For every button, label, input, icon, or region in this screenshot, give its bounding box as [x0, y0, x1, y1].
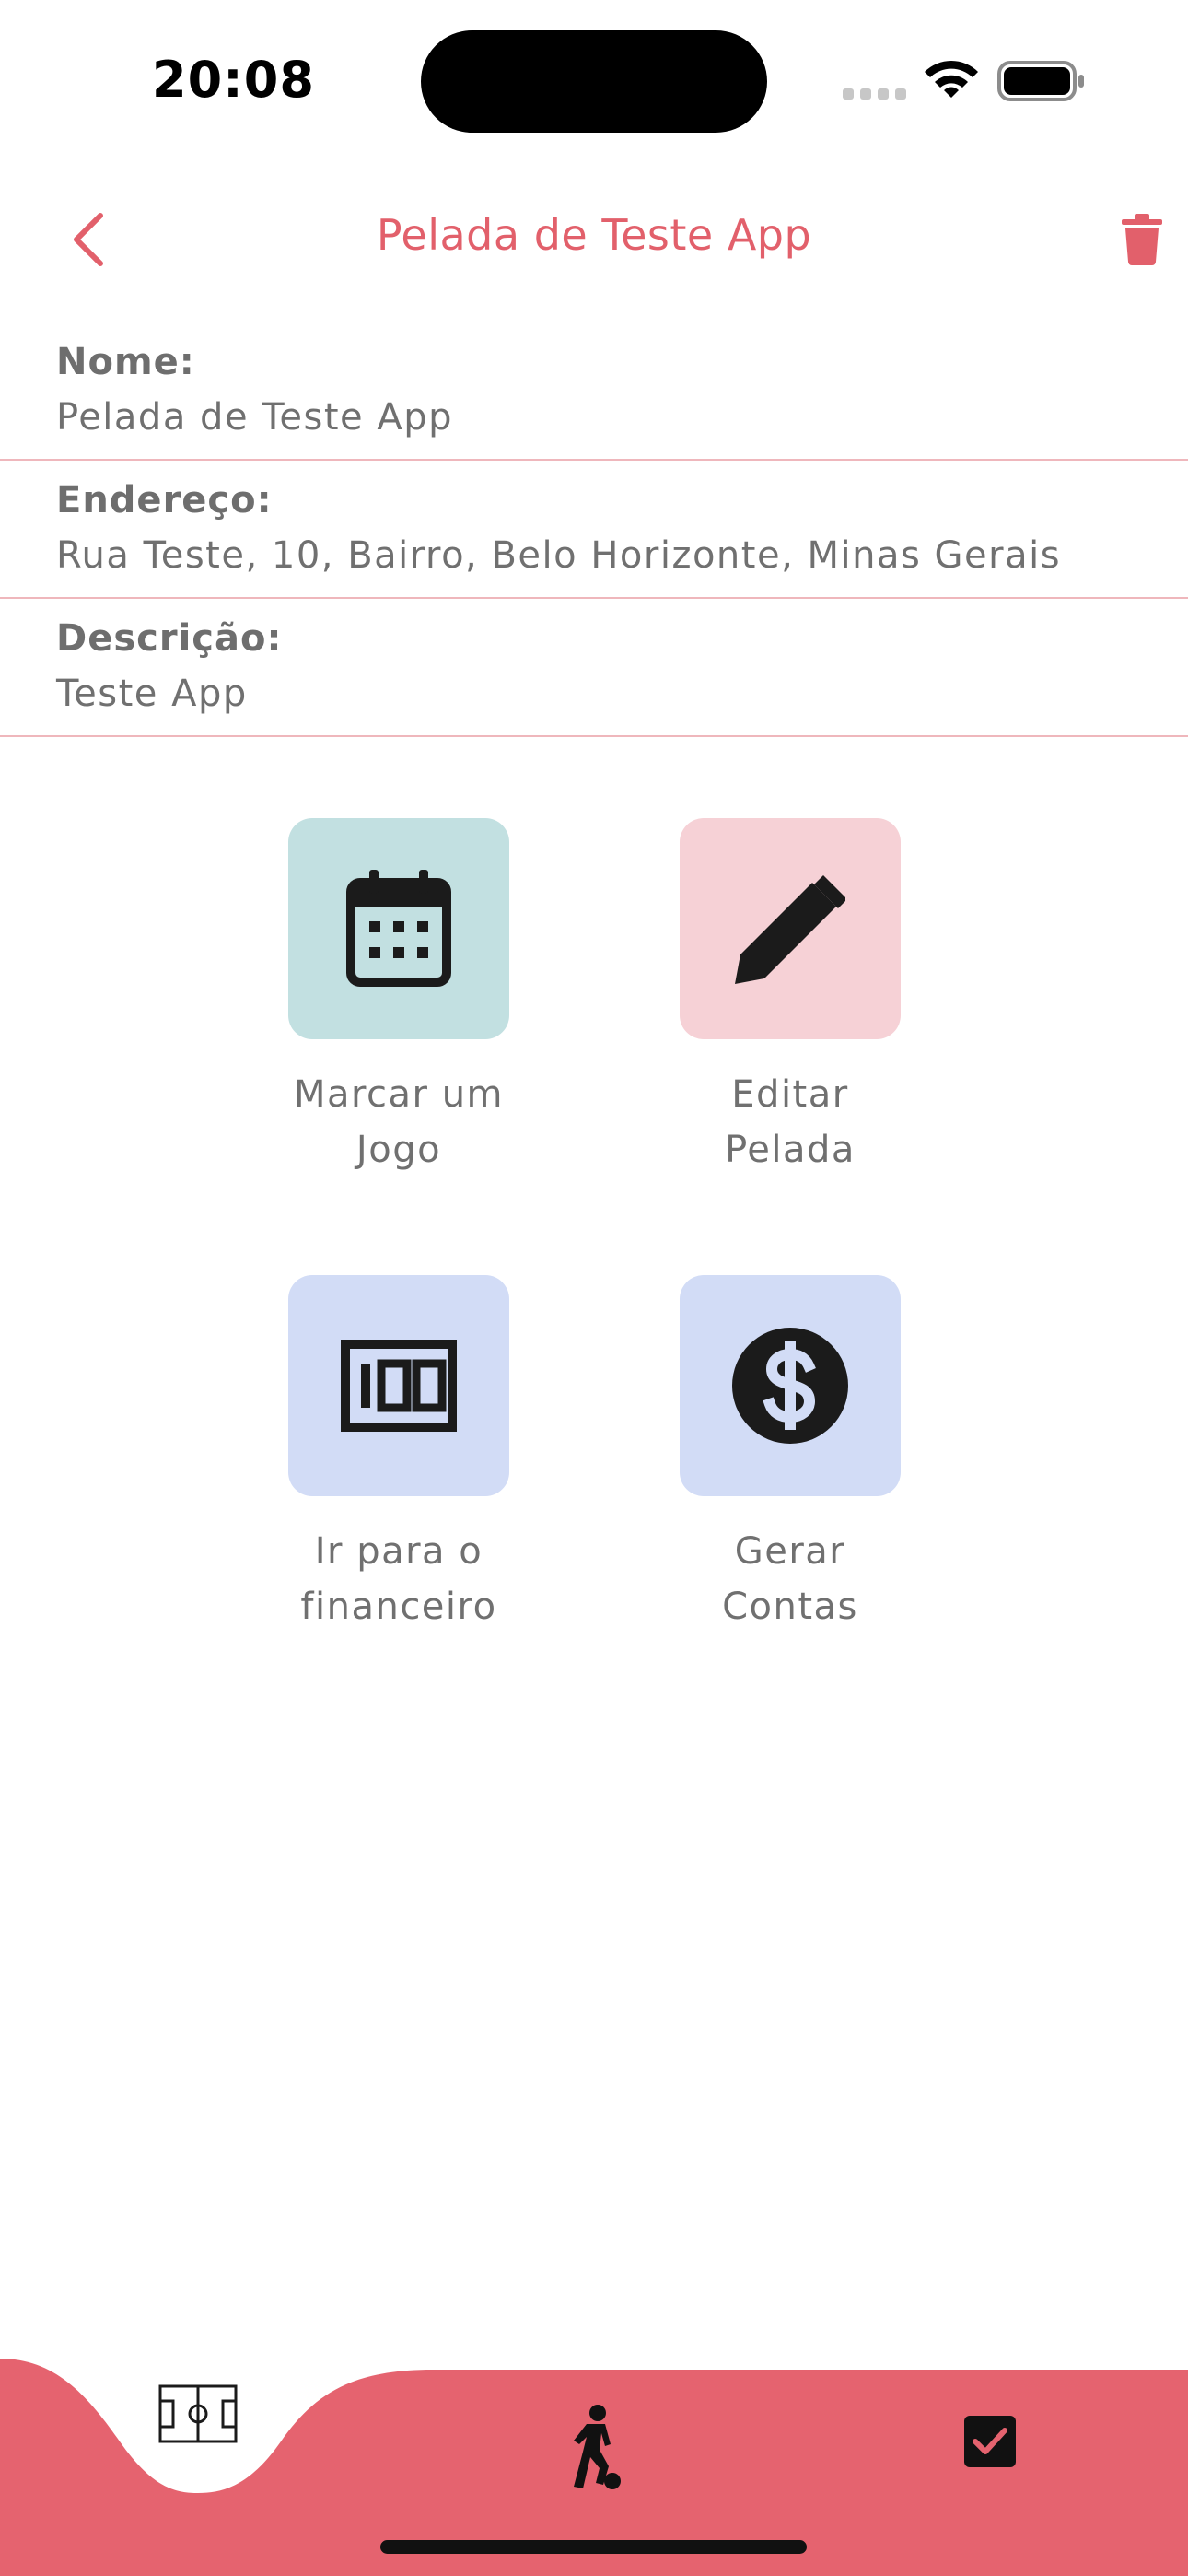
battery-icon	[997, 61, 1084, 101]
soccer-player-icon	[574, 2405, 621, 2489]
home-indicator	[380, 2540, 807, 2554]
schedule-game-button[interactable]: Marcar um Jogo	[288, 818, 509, 1171]
cellular-signal-icon	[843, 88, 906, 100]
field-label: Nome:	[56, 341, 195, 383]
trash-icon	[1122, 214, 1162, 265]
action-label: Editar Pelada	[725, 1073, 856, 1171]
field-value: Rua Teste, 10, Bairro, Belo Horizonte, M…	[56, 534, 1062, 577]
pencil-icon	[735, 875, 845, 984]
action-label: Ir para o financeiro	[300, 1530, 497, 1628]
field-value: Teste App	[56, 673, 248, 715]
delete-button[interactable]	[1112, 210, 1171, 269]
soccer-field-icon	[158, 2384, 238, 2443]
nav-item-players[interactable]	[548, 2397, 640, 2499]
dynamic-island	[421, 30, 767, 133]
scoreboard-100-icon	[341, 1340, 457, 1432]
field-endereco: Endereço: Rua Teste, 10, Bairro, Belo Ho…	[0, 461, 1188, 599]
screen: 20:08 Pelada de Teste App Nome: Pelada d…	[0, 0, 1188, 2576]
edit-pelada-button[interactable]: Editar Pelada	[680, 818, 901, 1171]
info-list: Nome: Pelada de Teste App Endereço: Rua …	[0, 322, 1188, 737]
nav-item-checklist[interactable]	[949, 2400, 1031, 2483]
go-to-financeiro-button[interactable]: Ir para o financeiro	[288, 1275, 509, 1628]
action-label: Marcar um Jogo	[293, 1073, 505, 1171]
calendar-icon	[346, 870, 451, 987]
field-label: Descrição:	[56, 617, 283, 660]
page-title: Pelada de Teste App	[376, 210, 812, 260]
action-tile	[680, 1275, 901, 1496]
field-value: Pelada de Teste App	[56, 396, 453, 439]
action-label: Gerar Contas	[722, 1530, 858, 1628]
field-descricao: Descrição: Teste App	[0, 599, 1188, 737]
wifi-icon	[925, 60, 978, 98]
field-label: Endereço:	[56, 479, 273, 521]
field-nome: Nome: Pelada de Teste App	[0, 322, 1188, 461]
nav-item-field[interactable]	[147, 2372, 249, 2455]
status-time: 20:08	[152, 51, 315, 109]
action-tile	[680, 818, 901, 1039]
action-tile	[288, 818, 509, 1039]
action-tile	[288, 1275, 509, 1496]
checkbox-icon	[964, 2416, 1016, 2467]
dollar-circle-icon	[732, 1328, 848, 1444]
generate-accounts-button[interactable]: Gerar Contas	[680, 1275, 901, 1628]
